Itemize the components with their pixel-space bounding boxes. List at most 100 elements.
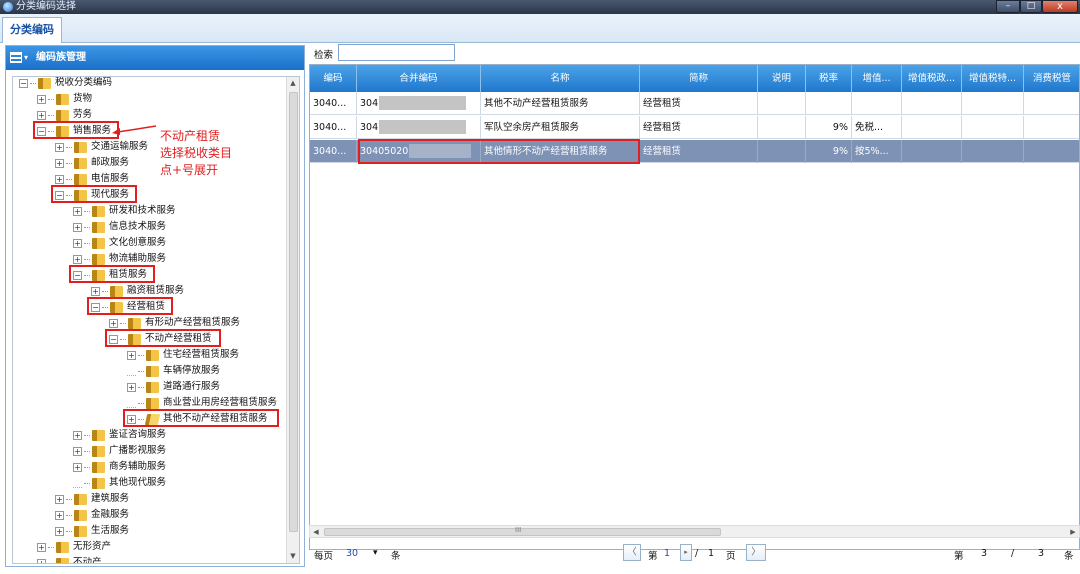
expand-icon[interactable]: + bbox=[73, 254, 82, 264]
column-header[interactable]: 增值税特... bbox=[962, 65, 1024, 92]
page-spinner[interactable]: ▸ bbox=[680, 544, 692, 561]
expand-icon[interactable]: + bbox=[55, 526, 64, 536]
table-cell: 经营租赁 bbox=[640, 116, 758, 139]
folder-icon bbox=[38, 77, 51, 89]
tree-node[interactable]: + 研发和技术服务 bbox=[73, 203, 176, 219]
tree-node[interactable]: + 邮政服务 bbox=[55, 155, 129, 171]
close-button[interactable]: x bbox=[1042, 0, 1078, 13]
tree-scrollbar[interactable]: ▲ ▼ bbox=[286, 77, 299, 563]
expand-icon[interactable]: + bbox=[127, 350, 136, 360]
table-cell bbox=[1024, 92, 1079, 115]
table-cell bbox=[758, 116, 806, 139]
summary-prefix: 第 bbox=[954, 551, 964, 562]
tree-node-label: 不动产 bbox=[73, 557, 102, 564]
column-header[interactable]: 合并编码 bbox=[357, 65, 481, 92]
folder-icon bbox=[92, 221, 105, 233]
tree-line bbox=[138, 354, 144, 356]
folder-icon bbox=[74, 141, 87, 153]
expand-icon[interactable]: + bbox=[55, 158, 64, 168]
folder-icon bbox=[92, 461, 105, 473]
category-tree: ▲ ▼ − 税收分类编码 + 货物 + 劳务 − 销售服务 + 交通运输服务 + 邮政服务 + 电信服务 −… bbox=[12, 76, 300, 564]
expand-icon[interactable]: + bbox=[37, 558, 46, 563]
column-header[interactable]: 增值... bbox=[852, 65, 902, 92]
tree-node[interactable]: + 不动产 bbox=[37, 555, 102, 564]
tree-line bbox=[48, 98, 54, 100]
dropdown-icon[interactable]: ▾ bbox=[373, 548, 378, 558]
column-header[interactable]: 编码 bbox=[310, 65, 357, 92]
folder-icon bbox=[56, 541, 69, 553]
tree-line bbox=[138, 402, 144, 404]
tree-node[interactable]: + 广播影视服务 bbox=[73, 443, 166, 459]
tree-node[interactable]: + 住宅经营租赁服务 bbox=[127, 347, 239, 363]
expand-icon[interactable]: + bbox=[73, 222, 82, 232]
table-row[interactable]: 3040... 304 其他不动产经营租赁服务 经营租赁 bbox=[310, 92, 1079, 115]
tree-node[interactable]: + 建筑服务 bbox=[55, 491, 129, 507]
tree-node[interactable]: + 商务辅助服务 bbox=[73, 459, 166, 475]
summary-total: 3 bbox=[1038, 548, 1045, 559]
tree-node[interactable]: + 交通运输服务 bbox=[55, 139, 148, 155]
tree-line bbox=[48, 546, 54, 548]
column-header[interactable]: 名称 bbox=[481, 65, 640, 92]
expand-icon[interactable]: + bbox=[127, 382, 136, 392]
table-cell: 经营租赁 bbox=[640, 140, 758, 163]
expand-icon[interactable]: + bbox=[73, 446, 82, 456]
collapse-icon[interactable]: − bbox=[19, 78, 28, 88]
scroll-left-icon[interactable]: ◀ bbox=[310, 526, 322, 538]
tree-node-label: 商务辅助服务 bbox=[109, 461, 167, 472]
minimize-button[interactable]: – bbox=[996, 0, 1020, 13]
column-header[interactable]: 消费税管 bbox=[1024, 65, 1079, 92]
tree-node[interactable]: + 金融服务 bbox=[55, 507, 129, 523]
maximize-button[interactable]: □ bbox=[1020, 0, 1042, 13]
expand-icon[interactable]: + bbox=[55, 142, 64, 152]
per-page-value[interactable]: 30 bbox=[346, 548, 358, 559]
tree-node[interactable]: + 信息技术服务 bbox=[73, 219, 166, 235]
expand-icon[interactable]: + bbox=[37, 110, 46, 120]
expand-icon[interactable]: + bbox=[55, 174, 64, 184]
search-input[interactable] bbox=[338, 44, 455, 61]
table-cell bbox=[852, 92, 902, 115]
expand-icon[interactable]: + bbox=[91, 286, 100, 296]
expand-icon[interactable]: + bbox=[55, 494, 64, 504]
tab-category-code[interactable]: 分类编码 bbox=[2, 17, 62, 43]
chevron-left-icon: 〈 bbox=[627, 547, 637, 558]
search-label: 检索 bbox=[314, 50, 334, 61]
expand-icon[interactable]: + bbox=[73, 238, 82, 248]
tree-line bbox=[84, 242, 90, 244]
tree-node[interactable]: + 货物 bbox=[37, 91, 92, 107]
tree-node[interactable]: + 道路通行服务 bbox=[127, 379, 220, 395]
caret-down-icon[interactable]: ▾ bbox=[24, 46, 28, 70]
tree-node-label: 鉴证咨询服务 bbox=[109, 429, 167, 440]
next-page-button[interactable]: 〉 bbox=[746, 544, 766, 561]
tree-node[interactable]: + 无形资产 bbox=[37, 539, 111, 555]
expand-icon[interactable]: + bbox=[109, 318, 118, 328]
column-header[interactable]: 增值税政... bbox=[902, 65, 962, 92]
column-header[interactable]: 简称 bbox=[640, 65, 758, 92]
tree-node[interactable]: − 税收分类编码 bbox=[19, 77, 112, 91]
table-cell bbox=[1024, 116, 1079, 139]
scroll-right-icon[interactable]: ▶ bbox=[1067, 526, 1079, 538]
column-header[interactable]: 税率 bbox=[806, 65, 852, 92]
tree-line bbox=[102, 290, 108, 292]
table-row[interactable]: 3040... 304 军队空余房产租赁服务 经营租赁 9% 免税... bbox=[310, 116, 1079, 139]
expand-icon[interactable]: + bbox=[37, 94, 46, 104]
column-header[interactable]: 说明 bbox=[758, 65, 806, 92]
expand-icon[interactable]: + bbox=[73, 430, 82, 440]
expand-icon[interactable]: + bbox=[55, 510, 64, 520]
tree-node[interactable]: 车辆停放服务 bbox=[127, 363, 220, 379]
grid-hscrollbar[interactable]: ◀ III ▶ bbox=[309, 525, 1080, 538]
expand-icon[interactable]: + bbox=[73, 462, 82, 472]
tree-node[interactable]: + 生活服务 bbox=[55, 523, 129, 539]
tree-node[interactable]: + 鉴证咨询服务 bbox=[73, 427, 166, 443]
expand-icon[interactable]: + bbox=[73, 206, 82, 216]
prev-page-button[interactable]: 〈 bbox=[623, 544, 641, 561]
scroll-thumb[interactable] bbox=[289, 92, 298, 532]
tree-node[interactable]: 其他现代服务 bbox=[73, 475, 166, 491]
scroll-up-icon[interactable]: ▲ bbox=[287, 77, 299, 89]
expand-icon[interactable]: + bbox=[37, 542, 46, 552]
list-icon[interactable] bbox=[10, 52, 22, 63]
chevron-right-icon: 〉 bbox=[751, 547, 761, 558]
tree-node[interactable]: + 文化创意服务 bbox=[73, 235, 166, 251]
hscroll-thumb[interactable]: III bbox=[324, 526, 721, 536]
table-cell bbox=[1024, 140, 1079, 163]
scroll-down-icon[interactable]: ▼ bbox=[287, 550, 299, 562]
